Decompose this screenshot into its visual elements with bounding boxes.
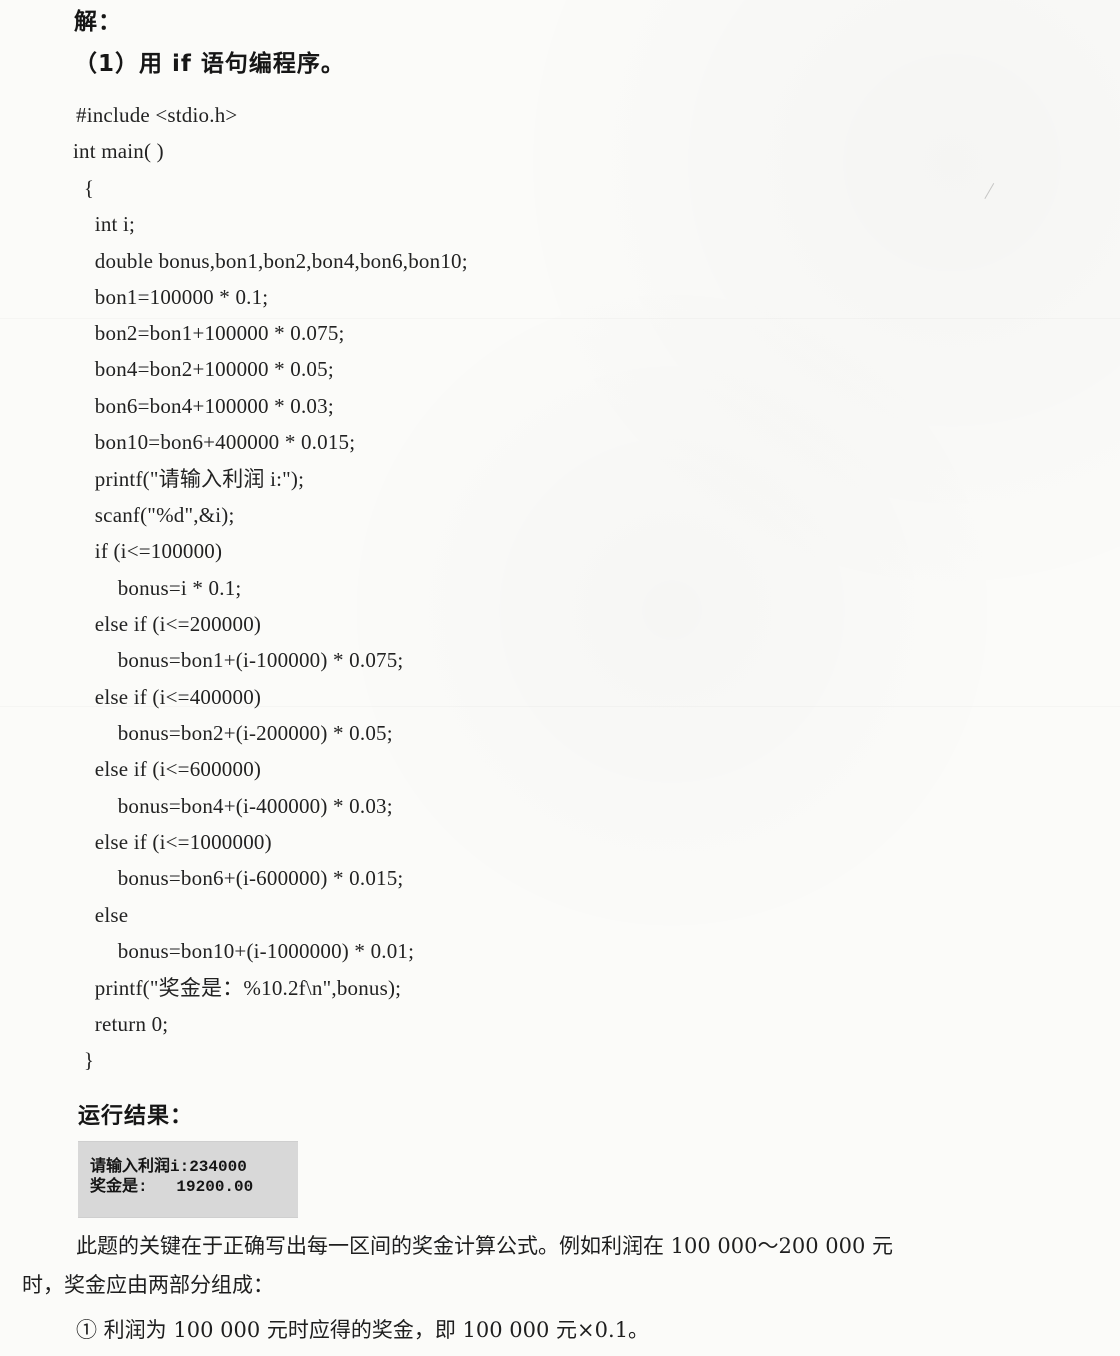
console-output-panel: 请输入利润i:234000 奖金是: 19200.00: [78, 1141, 298, 1218]
textbook-page: 解： （1）用 if 语句编程序。 #include <stdio.h> int…: [0, 0, 1120, 1356]
code-line: int i;: [73, 212, 136, 236]
method-heading: （1）用 if 语句编程序。: [74, 51, 345, 77]
code-line: else if (i<=400000): [73, 685, 262, 709]
code-line: bonus=i * 0.1;: [85, 576, 242, 600]
code-line: bon1=100000 * 0.1;: [73, 285, 269, 309]
code-line: bon2=bon1+100000 * 0.075;: [73, 321, 345, 345]
console-line: 请输入利润i:234000: [90, 1158, 247, 1176]
code-line: bonus=bon10+(i-1000000) * 0.01;: [85, 939, 415, 963]
code-line: scanf("%d",&i);: [73, 503, 235, 527]
code-line: }: [73, 1048, 95, 1072]
code-line: bonus=bon2+(i-200000) * 0.05;: [85, 721, 393, 745]
code-line: bonus=bon4+(i-400000) * 0.03;: [85, 794, 393, 818]
code-line: double bonus,bon1,bon2,bon4,bon6,bon10;: [73, 249, 468, 273]
numbered-explanation-item: ① 利润为 100 000 元时应得的奖金，即 100 000 元×0.1。: [76, 1318, 650, 1342]
code-line: else: [73, 903, 129, 927]
code-line: bon6=bon4+100000 * 0.03;: [73, 394, 334, 418]
code-line: bonus=bon6+(i-600000) * 0.015;: [85, 866, 404, 890]
code-line: else if (i<=200000): [73, 612, 262, 636]
explanation-paragraph: 此题的关键在于正确写出每一区间的奖金计算公式。例如利润在 100 000～200…: [76, 1234, 894, 1258]
solution-heading: 解：: [74, 9, 122, 35]
code-line: printf("奖金是：%10.2f\n",bonus);: [73, 976, 402, 1000]
code-line: bon10=bon6+400000 * 0.015;: [73, 430, 356, 454]
c-code-listing: #include <stdio.h> int main( ) { int i; …: [0, 96, 1120, 1086]
code-line: bon4=bon2+100000 * 0.05;: [73, 357, 334, 381]
code-line: bonus=bon1+(i-100000) * 0.075;: [85, 648, 404, 672]
code-line: else if (i<=1000000): [73, 830, 272, 854]
code-line: if (i<=100000): [73, 539, 223, 563]
code-line: else if (i<=600000): [73, 757, 262, 781]
code-line: {: [73, 176, 95, 200]
run-result-heading: 运行结果：: [78, 1104, 194, 1129]
code-line: printf("请输入利润 i:");: [73, 467, 305, 491]
code-line: #include <stdio.h>: [76, 103, 238, 127]
code-line: return 0;: [73, 1012, 169, 1036]
code-line: int main( ): [73, 139, 164, 163]
console-line: 奖金是: 19200.00: [90, 1178, 254, 1196]
explanation-paragraph-continued: 时，奖金应由两部分组成：: [22, 1273, 274, 1297]
